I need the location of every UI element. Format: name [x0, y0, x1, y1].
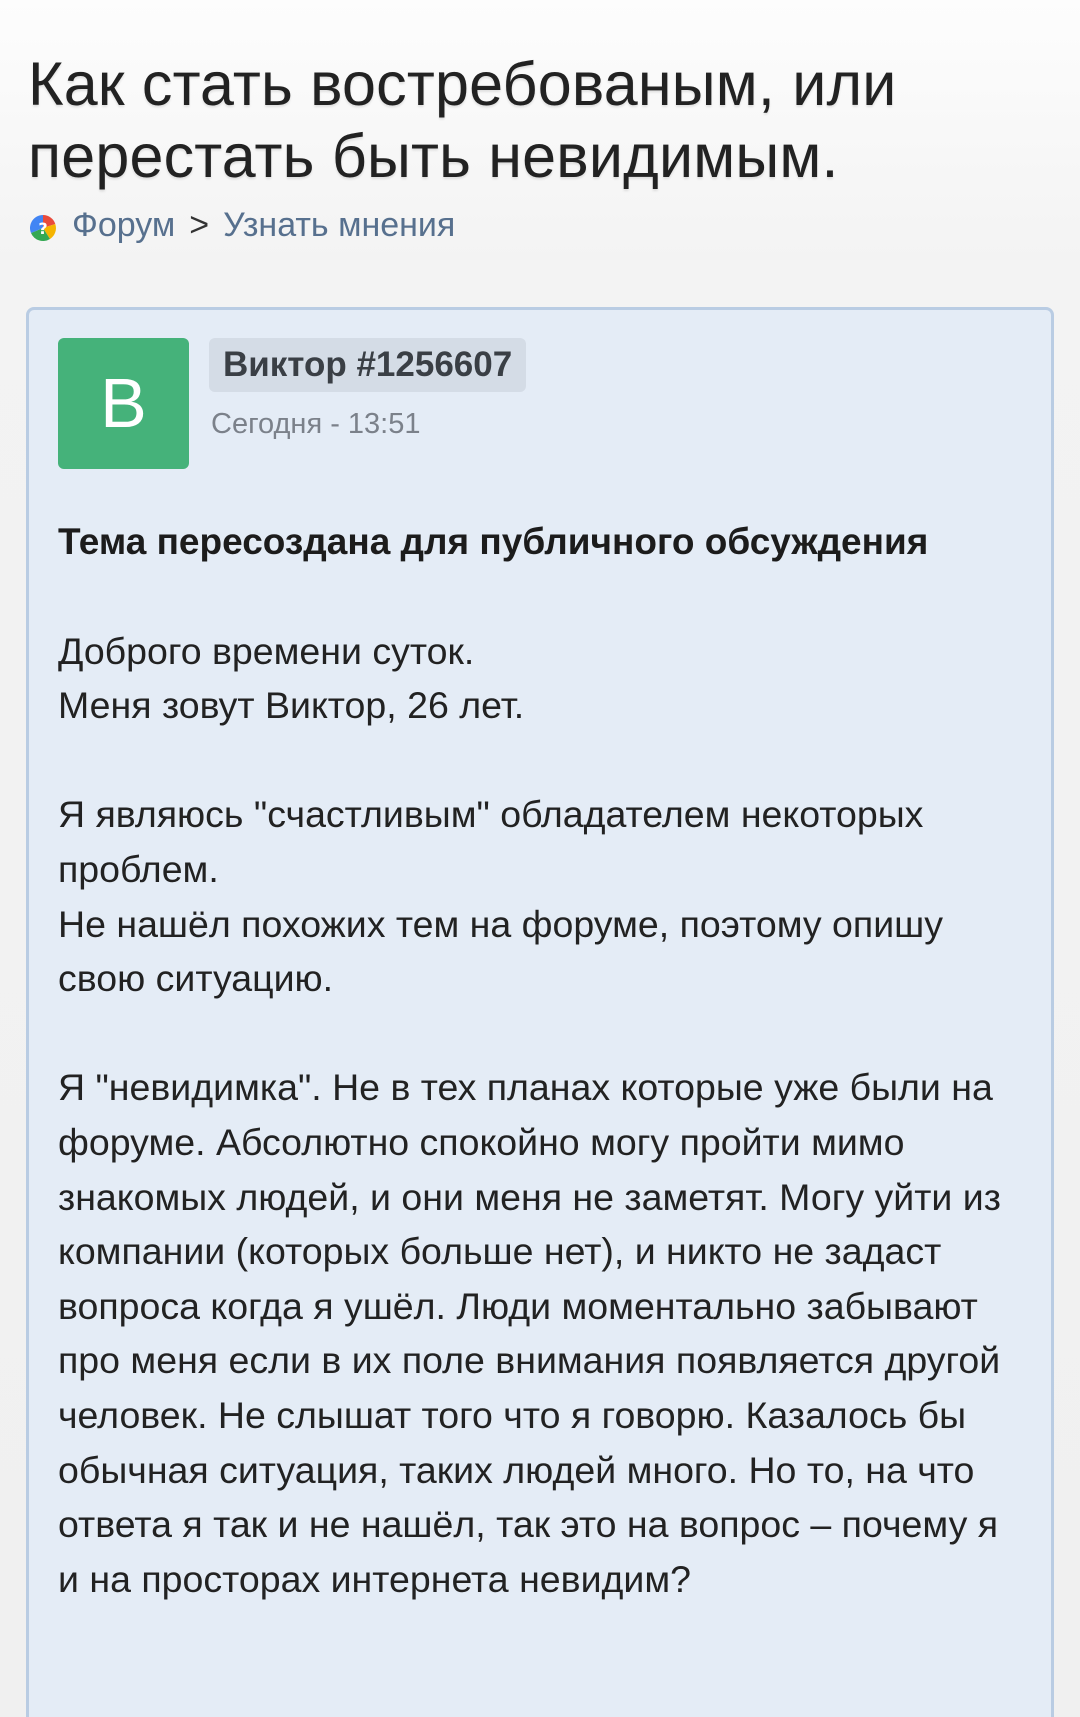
post-paragraph: Не нашёл похожих тем на форуме, поэтому … — [58, 902, 944, 1000]
post-paragraph: Меня зовут Виктор, 26 лет. — [58, 684, 525, 727]
post-paragraph: Доброго времени суток. — [58, 629, 475, 672]
breadcrumb-separator: > — [189, 206, 210, 244]
breadcrumb: ? Форум > Узнать мнения — [28, 204, 1052, 246]
post-paragraph: Я являюсь "счастливым" обладателем некот… — [58, 793, 924, 890]
post-body: Тема пересоздана для публичного обсужден… — [58, 515, 1028, 1606]
svg-text:?: ? — [38, 219, 47, 238]
breadcrumb-forum-link[interactable]: Форум — [72, 204, 175, 246]
post-paragraph: Я "невидимка". Не в тех планах которые у… — [58, 1066, 1001, 1600]
page-header: Как стать востребованым, или перестать б… — [0, 0, 1080, 246]
author-name[interactable]: Виктор #1256607 — [209, 338, 527, 392]
post-timestamp: Сегодня - 13:51 — [211, 408, 421, 440]
forum-post: В Виктор #1256607 Сегодня - 13:51 Тема п… — [26, 307, 1054, 1717]
avatar[interactable]: В — [58, 338, 189, 469]
forum-logo-icon: ? — [28, 211, 58, 242]
breadcrumb-section-link[interactable]: Узнать мнения — [223, 204, 455, 246]
post-heading: Тема пересоздана для публичного обсужден… — [58, 521, 929, 562]
page-title: Как стать востребованым, или перестать б… — [28, 50, 897, 190]
forum-page: Как стать востребованым, или перестать б… — [0, 0, 1080, 1717]
